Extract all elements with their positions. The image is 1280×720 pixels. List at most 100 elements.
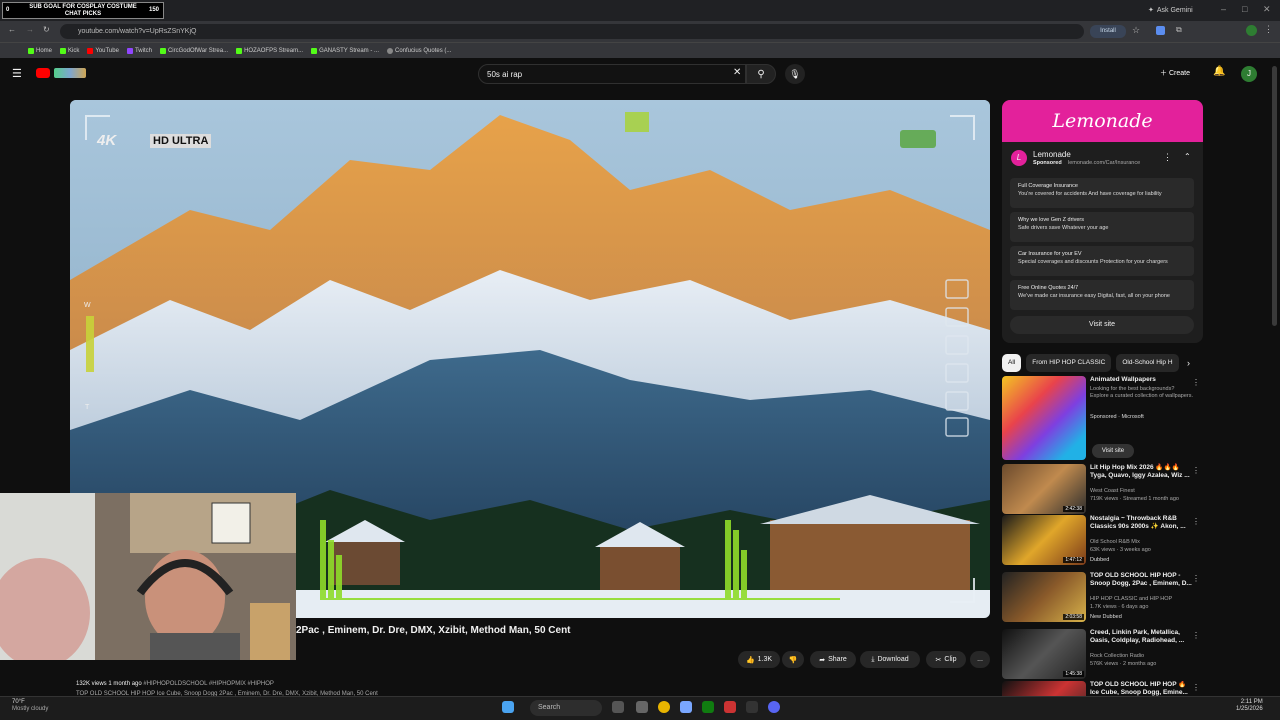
menu-dots-icon[interactable]: ⋮ (1264, 24, 1273, 35)
weather-widget[interactable]: 70°F Mostly cloudy (12, 699, 48, 713)
rec-title[interactable]: TOP OLD SCHOOL HIP HOP 🔥 Ice Cube, Snoop… (1090, 681, 1194, 696)
video-thumbnail[interactable]: 1:45:38 (1002, 629, 1086, 679)
share-button[interactable]: ➦ Share (810, 651, 856, 668)
more-actions-button[interactable]: ... (970, 651, 990, 668)
download-button[interactable]: ⤓ Download (860, 651, 920, 668)
clear-search-icon[interactable]: ✕ (733, 67, 741, 78)
discord-icon[interactable] (768, 701, 780, 713)
collapse-chevron-icon[interactable]: ⌃ (1184, 152, 1191, 161)
recommendation-item[interactable]: TOP OLD SCHOOL HIP HOP 🔥 Ice Cube, Snoop… (1002, 681, 1202, 696)
youtube-logo-icon[interactable] (36, 68, 50, 78)
ad-option-title: Why we love Gen Z drivers (1018, 217, 1085, 223)
video-thumbnail[interactable] (1002, 376, 1086, 460)
chip-old-school[interactable]: Old-School Hip H (1116, 354, 1179, 372)
bookmark-ganasty[interactable]: GANASTY Stream - ... (311, 47, 379, 54)
ad-option[interactable]: Free Online Quotes 24/7 We've made car in… (1010, 280, 1194, 310)
sponsored-recommendation[interactable]: Animated Wallpapers Looking for the best… (1002, 376, 1202, 460)
ad-option[interactable]: Why we love Gen Z drivers Safe drivers sa… (1010, 212, 1194, 242)
reload-icon[interactable]: ↻ (43, 25, 50, 34)
rec-title[interactable]: Lit Hip Hop Mix 2026 🔥🔥🔥 Tyga, Quavo, Ig… (1090, 464, 1194, 480)
rec-title[interactable]: Creed, Linkin Park, Metallica, Oasis, Co… (1090, 629, 1194, 645)
hud-4k-label: 4K (97, 132, 117, 149)
notifications-bell-icon[interactable]: 🔔 (1213, 66, 1225, 77)
rec-menu-icon[interactable]: ⋮ (1192, 574, 1200, 583)
bookmark-kick[interactable]: Kick (60, 47, 79, 54)
bookmark-godofwar[interactable]: CircGodOfWar Strea... (159, 47, 228, 54)
puzzle-icon[interactable]: ⧉ (1176, 25, 1182, 35)
rec-channel: Old School R&B Mix (1090, 539, 1140, 545)
back-icon[interactable]: ← (8, 25, 16, 34)
file-explorer-icon[interactable] (636, 701, 648, 713)
profile-icon[interactable] (1246, 25, 1257, 36)
sponsored-ad-card[interactable]: Lemonade L Lemonade Sponsored lemonade.c… (1002, 100, 1203, 343)
taskbar-search[interactable]: Search (530, 700, 602, 716)
video-thumbnail[interactable] (1002, 681, 1086, 696)
obs-icon[interactable] (746, 701, 758, 713)
install-button[interactable]: Install (1090, 25, 1126, 38)
task-view-icon[interactable] (612, 701, 624, 713)
rec-channel: Rock Collection Radio (1090, 653, 1145, 659)
recommendation-item[interactable]: 1:47:12 Nostalgia ~ Throwback R&B Classi… (1002, 515, 1202, 567)
bookmark-star-icon[interactable]: ☆ (1132, 25, 1140, 36)
scissors-icon: ✂ (935, 656, 942, 664)
search-button[interactable]: ⚲ (746, 64, 776, 84)
rec-menu-icon[interactable]: ⋮ (1192, 517, 1200, 526)
xbox-icon[interactable] (702, 701, 714, 713)
rec-title[interactable]: Animated Wallpapers (1090, 376, 1194, 384)
account-avatar[interactable]: J (1241, 66, 1257, 82)
hamburger-menu-icon[interactable]: ☰ (12, 67, 22, 80)
extension-icon[interactable] (1156, 26, 1165, 35)
chip-all[interactable]: All (1002, 354, 1022, 372)
bookmark-youtube[interactable]: YouTube (87, 47, 119, 54)
rec-title[interactable]: TOP OLD SCHOOL HIP HOP - Snoop Dogg, 2Pa… (1090, 572, 1194, 588)
create-button[interactable]: ＋ Create (1160, 66, 1204, 82)
youtube-doodle-logo[interactable] (54, 68, 86, 78)
ad-option[interactable]: Car Insurance for your EV Special coverag… (1010, 246, 1194, 276)
rec-title[interactable]: Nostalgia ~ Throwback R&B Classics 90s 2… (1090, 515, 1194, 531)
recommendation-item[interactable]: 2:42:38 Lit Hip Hop Mix 2026 🔥🔥🔥 Tyga, Q… (1002, 464, 1202, 516)
ad-menu-icon[interactable]: ⋮ (1163, 152, 1172, 163)
video-thumbnail[interactable]: 2:42:38 (1002, 464, 1086, 514)
clip-button[interactable]: ✂ Clip (926, 651, 966, 668)
rec-menu-icon[interactable]: ⋮ (1192, 378, 1200, 387)
chip-from-channel[interactable]: From HIP HOP CLASSIC (1026, 354, 1112, 372)
chrome-icon[interactable] (658, 701, 670, 713)
ad-banner[interactable]: Lemonade (1002, 100, 1203, 142)
ad-option-text: Special coverages and discounts Protecti… (1018, 259, 1168, 265)
app-icon[interactable] (724, 701, 736, 713)
recommendation-item[interactable]: 2:03:58 TOP OLD SCHOOL HIP HOP - Snoop D… (1002, 572, 1202, 624)
video-thumbnail[interactable]: 2:03:58 (1002, 572, 1086, 622)
bookmark-confucius[interactable]: Confucius Quotes (... (387, 47, 451, 54)
forward-icon[interactable]: → (26, 25, 34, 34)
video-thumbnail[interactable]: 1:47:12 (1002, 515, 1086, 565)
rec-menu-icon[interactable]: ⋮ (1192, 683, 1200, 692)
url-field[interactable]: youtube.com/watch?v=UpRsZSnYKjQ (60, 24, 1084, 39)
bookmark-home[interactable]: Home (28, 47, 52, 54)
dislike-button[interactable]: 👎 (782, 651, 804, 668)
app-icon[interactable] (680, 701, 692, 713)
description-meta[interactable]: 132K views 1 month ago #HIPHOPOLDSCHOOL … (76, 681, 274, 687)
like-button[interactable]: 👍 1.3K (738, 651, 780, 668)
ad-option-title: Car Insurance for your EV (1018, 251, 1082, 257)
ask-gemini-button[interactable]: ✦ Ask Gemini (1148, 3, 1202, 17)
video-title: 2Pac , Eminem, Dr. Dre, DMX, Xzibit, Met… (296, 625, 571, 636)
page-scrollbar[interactable] (1272, 66, 1277, 326)
rec-menu-icon[interactable]: ⋮ (1192, 466, 1200, 475)
new-dubbed-badges: New Dubbed (1090, 614, 1122, 620)
close-window-icon[interactable]: ✕ (1263, 4, 1271, 15)
chips-next-chevron-icon[interactable]: › (1187, 358, 1190, 368)
rec-visit-site-button[interactable]: Visit site (1092, 444, 1134, 458)
windows-start-icon[interactable] (502, 701, 514, 713)
voice-search-button[interactable]: 🎙 (785, 64, 805, 84)
recommendation-item[interactable]: 1:45:38 Creed, Linkin Park, Metallica, O… (1002, 629, 1202, 681)
bookmark-hozaofps[interactable]: HOZAOFPS Stream... (236, 47, 303, 54)
rec-menu-icon[interactable]: ⋮ (1192, 631, 1200, 640)
ad-option[interactable]: Full Coverage Insurance You're covered fo… (1010, 178, 1194, 208)
maximize-icon[interactable]: □ (1242, 4, 1247, 14)
ad-visit-site-button[interactable]: Visit site (1010, 316, 1194, 334)
bookmark-twitch[interactable]: Twitch (126, 47, 152, 54)
system-clock[interactable]: 2:11 PM 1/25/2026 (1236, 699, 1263, 713)
ad-option-text: You're covered for accidents And have co… (1018, 191, 1162, 197)
minimize-icon[interactable]: – (1221, 4, 1226, 14)
search-input[interactable]: 50s ai rap (478, 64, 746, 84)
